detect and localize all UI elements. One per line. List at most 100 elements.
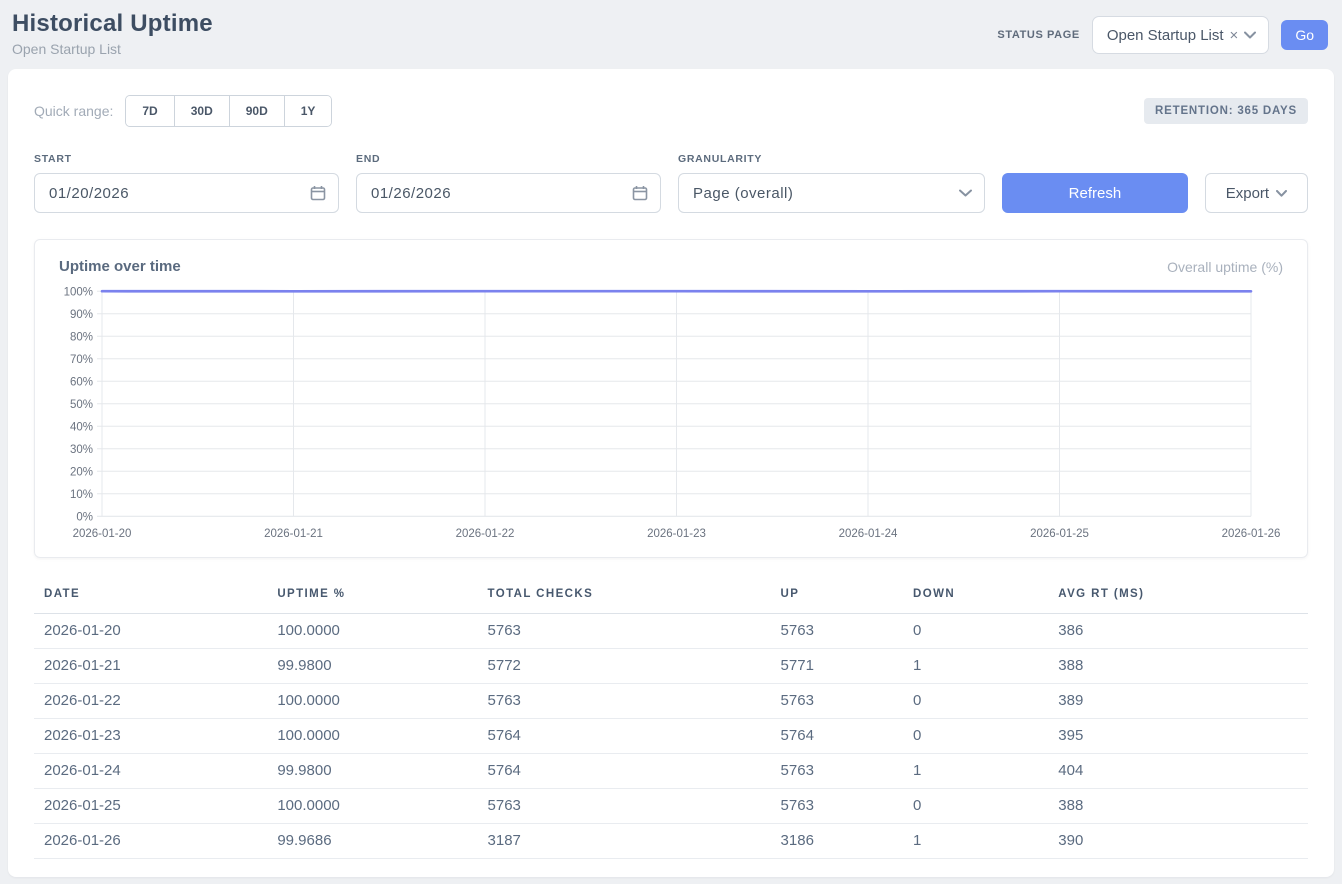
status-page-select[interactable]: Open Startup List × — [1092, 16, 1270, 54]
calendar-icon[interactable] — [310, 185, 326, 201]
y-axis-tick-label: 60% — [70, 375, 93, 388]
chart-header: Uptime over time Overall uptime (%) — [59, 258, 1283, 275]
table-cell: 1 — [913, 824, 1058, 859]
granularity-value: Page (overall) — [693, 185, 793, 202]
chart-legend: Overall uptime (%) — [1167, 259, 1283, 275]
quick-range-group: 7D30D90D1Y — [125, 95, 332, 127]
table-cell: 2026-01-22 — [34, 684, 277, 719]
table-cell: 395 — [1058, 719, 1308, 754]
table-cell: 5763 — [781, 614, 913, 649]
table-row: 2026-01-2699.9686318731861390 — [34, 824, 1308, 859]
table-cell: 390 — [1058, 824, 1308, 859]
table-cell: 5764 — [488, 754, 781, 789]
table-cell: 5764 — [781, 719, 913, 754]
table-cell: 5763 — [781, 684, 913, 719]
retention-badge: RETENTION: 365 DAYS — [1144, 98, 1308, 124]
table-row: 2026-01-23100.0000576457640395 — [34, 719, 1308, 754]
y-axis-tick-label: 50% — [70, 398, 93, 411]
table-cell: 3186 — [781, 824, 913, 859]
y-axis-tick-label: 10% — [70, 488, 93, 501]
table-cell: 0 — [913, 719, 1058, 754]
y-axis-tick-label: 20% — [70, 465, 93, 478]
page-heading: Historical Uptime Open Startup List — [12, 10, 213, 57]
table-cell: 100.0000 — [277, 719, 487, 754]
table-cell: 1 — [913, 649, 1058, 684]
page-header: Historical Uptime Open Startup List STAT… — [0, 0, 1342, 57]
table-cell: 2026-01-25 — [34, 789, 277, 824]
x-axis-tick-label: 2026-01-24 — [839, 527, 898, 540]
page-title: Historical Uptime — [12, 10, 213, 38]
status-page-select-value: Open Startup List — [1107, 27, 1224, 44]
table-cell: 99.9686 — [277, 824, 487, 859]
column-header: UPTIME % — [277, 582, 487, 614]
y-axis-tick-label: 70% — [70, 353, 93, 366]
table-cell: 2026-01-26 — [34, 824, 277, 859]
start-date-input[interactable]: 01/20/2026 — [34, 173, 339, 213]
table-cell: 5764 — [488, 719, 781, 754]
uptime-line-chart: 0%10%20%30%40%50%60%70%80%90%100%2026-01… — [59, 281, 1283, 547]
chart-card: Uptime over time Overall uptime (%) 0% 10… — [34, 239, 1308, 558]
y-axis-tick-label: 0% — [76, 510, 93, 523]
export-button-label: Export — [1226, 185, 1269, 202]
table-row: 2026-01-22100.0000576357630389 — [34, 684, 1308, 719]
chevron-down-icon — [1244, 31, 1256, 39]
column-header: UP — [781, 582, 913, 614]
table-cell: 388 — [1058, 649, 1308, 684]
start-date-value: 01/20/2026 — [49, 185, 129, 202]
x-axis-tick-label: 2026-01-21 — [264, 527, 323, 540]
table-cell: 389 — [1058, 684, 1308, 719]
go-button[interactable]: Go — [1281, 20, 1328, 50]
x-axis-tick-label: 2026-01-26 — [1222, 527, 1281, 540]
calendar-icon[interactable] — [632, 185, 648, 201]
table-cell: 99.9800 — [277, 754, 487, 789]
column-header: DOWN — [913, 582, 1058, 614]
table-cell: 2026-01-24 — [34, 754, 277, 789]
column-header: DATE — [34, 582, 277, 614]
x-axis-tick-label: 2026-01-20 — [73, 527, 132, 540]
table-cell: 5763 — [488, 614, 781, 649]
x-axis-tick-label: 2026-01-25 — [1030, 527, 1089, 540]
table-cell: 386 — [1058, 614, 1308, 649]
table-cell: 5763 — [781, 789, 913, 824]
table-row: 2026-01-25100.0000576357630388 — [34, 789, 1308, 824]
column-header: TOTAL CHECKS — [488, 582, 781, 614]
table-cell: 0 — [913, 789, 1058, 824]
table-row: 2026-01-2499.9800576457631404 — [34, 754, 1308, 789]
table-cell: 99.9800 — [277, 649, 487, 684]
y-axis-tick-label: 40% — [70, 420, 93, 433]
quick-range-button-90d[interactable]: 90D — [230, 96, 285, 126]
quick-range-label: Quick range: — [34, 103, 113, 119]
granularity-field: GRANULARITY Page (overall) — [678, 153, 985, 213]
granularity-select[interactable]: Page (overall) — [678, 173, 985, 213]
table-cell: 2026-01-20 — [34, 614, 277, 649]
table-cell: 2026-01-23 — [34, 719, 277, 754]
y-axis-tick-label: 80% — [70, 330, 93, 343]
column-header: AVG RT (MS) — [1058, 582, 1308, 614]
clear-icon[interactable]: × — [1230, 27, 1239, 44]
quick-range-row: Quick range: 7D30D90D1Y RETENTION: 365 D… — [34, 95, 1308, 127]
y-axis-tick-label: 90% — [70, 308, 93, 321]
quick-range-button-7d[interactable]: 7D — [126, 96, 174, 126]
controls-row: START 01/20/2026 END 01/26/2026 GRANULAR… — [34, 153, 1308, 213]
status-page-label: STATUS PAGE — [997, 29, 1079, 41]
end-date-input[interactable]: 01/26/2026 — [356, 173, 661, 213]
table-cell: 100.0000 — [277, 789, 487, 824]
refresh-button[interactable]: Refresh — [1002, 173, 1188, 213]
table-cell: 5763 — [781, 754, 913, 789]
table-row: 2026-01-2199.9800577257711388 — [34, 649, 1308, 684]
export-button[interactable]: Export — [1205, 173, 1308, 213]
end-date-field: END 01/26/2026 — [356, 153, 661, 213]
granularity-label: GRANULARITY — [678, 153, 985, 165]
start-date-field: START 01/20/2026 — [34, 153, 339, 213]
main-panel: Quick range: 7D30D90D1Y RETENTION: 365 D… — [8, 69, 1334, 877]
table-cell: 404 — [1058, 754, 1308, 789]
chart-title: Uptime over time — [59, 258, 181, 275]
x-axis-tick-label: 2026-01-23 — [647, 527, 706, 540]
quick-range-button-1y[interactable]: 1Y — [285, 96, 332, 126]
quick-range-button-30d[interactable]: 30D — [175, 96, 230, 126]
table-row: 2026-01-20100.0000576357630386 — [34, 614, 1308, 649]
table-cell: 388 — [1058, 789, 1308, 824]
x-axis-tick-label: 2026-01-22 — [456, 527, 515, 540]
uptime-table: DATEUPTIME %TOTAL CHECKSUPDOWNAVG RT (MS… — [34, 582, 1308, 859]
table-cell: 0 — [913, 684, 1058, 719]
